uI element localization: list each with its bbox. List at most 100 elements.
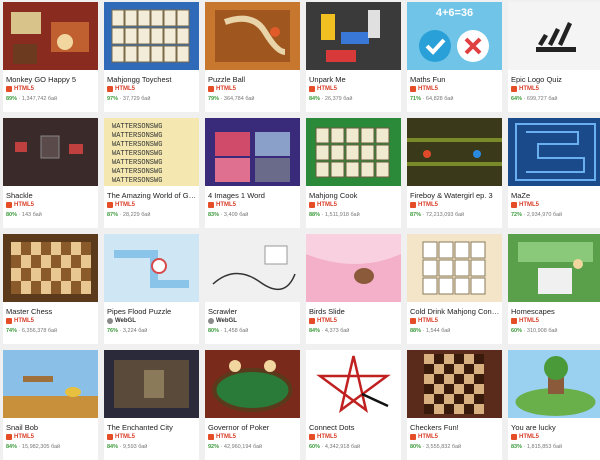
game-card-epic-logo-quiz[interactable]: Epic Logo Quiz HTML5 64% · 699,727 бай [508, 2, 600, 112]
game-card-master-chess[interactable]: Master Chess HTML5 74% · 6,356,378 бай [3, 234, 98, 344]
svg-text:WATTERSONSWG: WATTERSONSWG [112, 177, 162, 185]
play-count: 1,458 бай [223, 328, 249, 334]
game-card-governor-of-poker[interactable]: Governor of Poker HTML5 92% · 42,960,194… [205, 350, 300, 460]
game-title[interactable]: The Amazing World of Gu... [107, 191, 197, 200]
game-thumbnail[interactable] [306, 350, 401, 418]
game-card-enchanted-city[interactable]: The Enchanted City HTML5 84% · 9,593 бай [104, 350, 199, 460]
game-title[interactable]: Master Chess [6, 307, 96, 316]
game-thumbnail[interactable] [205, 2, 300, 70]
game-title[interactable]: Puzzle Ball [208, 75, 298, 84]
game-thumbnail[interactable] [104, 350, 199, 418]
game-thumbnail[interactable] [3, 234, 98, 302]
game-title[interactable]: Monkey GO Happy 5 [6, 75, 96, 84]
game-title[interactable]: Snail Bob [6, 423, 96, 432]
game-thumbnail[interactable] [508, 234, 600, 302]
tech-label: HTML5 [14, 202, 34, 208]
rating-percent: 74% [6, 328, 18, 334]
game-card-maths-fun[interactable]: 4+6=36 Maths Fun HTML5 71% · 64,828 бай [407, 2, 502, 112]
game-card-mahjongg-toychest[interactable]: Mahjongg Toychest HTML5 97% · 37,729 бай [104, 2, 199, 112]
game-stats: 80% · 1,458 бай [208, 328, 249, 334]
play-count: 364,784 бай [223, 96, 255, 102]
game-title[interactable]: 4 Images 1 Word [208, 191, 298, 200]
game-title[interactable]: Epic Logo Quiz [511, 75, 600, 84]
play-count: 3,555,832 бай [425, 444, 462, 450]
game-card-scrawler[interactable]: Scrawler WebGL 80% · 1,458 бай [205, 234, 300, 344]
game-title[interactable]: MaZe [511, 191, 600, 200]
game-card-homescapes[interactable]: Homescapes HTML5 60% · 310,908 бай [508, 234, 600, 344]
game-title[interactable]: Cold Drink Mahjong Conn... [410, 307, 500, 316]
html5-icon [107, 202, 113, 208]
game-card-fireboy-watergirl-3[interactable]: Fireboy & Watergirl ep. 3 HTML5 87% · 72… [407, 118, 502, 228]
game-card-you-are-lucky[interactable]: You are lucky HTML5 83% · 1,815,853 бай [508, 350, 600, 460]
rating-percent: 88% [410, 328, 422, 334]
game-title[interactable]: Fireboy & Watergirl ep. 3 [410, 191, 500, 200]
game-thumbnail[interactable]: 4+6=36 [407, 2, 502, 70]
game-title[interactable]: Homescapes [511, 307, 600, 316]
game-title[interactable]: Mahjongg Toychest [107, 75, 197, 84]
tech-label: HTML5 [519, 202, 539, 208]
game-title[interactable]: Unpark Me [309, 75, 399, 84]
game-thumbnail[interactable] [104, 234, 199, 302]
game-card-monkey-go-happy-5[interactable]: Monkey GO Happy 5 HTML5 89% · 1,347,742 … [3, 2, 98, 112]
game-title[interactable]: Connect Dots [309, 423, 399, 432]
game-title[interactable]: Mahjong Cook [309, 191, 399, 200]
game-card-pipes-flood-puzzle[interactable]: Pipes Flood Puzzle WebGL 76% · 3,224 бай [104, 234, 199, 344]
game-title[interactable]: Birds Slide [309, 307, 399, 316]
game-thumbnail[interactable]: WATTERSONSWG WATTERSONSWG WATTERSONSWG WATT… [104, 118, 199, 186]
game-card-birds-slide[interactable]: Birds Slide HTML5 84% · 4,373 бай [306, 234, 401, 344]
game-thumbnail[interactable] [306, 118, 401, 186]
game-card-unpark-me[interactable]: Unpark Me HTML5 84% · 26,379 бай [306, 2, 401, 112]
game-thumbnail[interactable] [306, 2, 401, 70]
game-thumbnail[interactable] [3, 118, 98, 186]
html5-icon [511, 202, 517, 208]
game-thumbnail[interactable] [104, 2, 199, 70]
game-thumbnail[interactable] [407, 118, 502, 186]
game-thumbnail[interactable] [205, 234, 300, 302]
game-card-cold-drink-mahjong[interactable]: Cold Drink Mahjong Conn... HTML5 88% · 1… [407, 234, 502, 344]
game-title[interactable]: Scrawler [208, 307, 298, 316]
game-title[interactable]: The Enchanted City [107, 423, 197, 432]
game-stats: 88% · 1,511,918 бай [309, 212, 360, 218]
game-card-snail-bob[interactable]: Snail Bob HTML5 84% · 15,982,305 бай [3, 350, 98, 460]
game-stats: 80% · 3,555,832 бай [410, 444, 462, 450]
webgl-icon [208, 318, 214, 324]
html5-icon [511, 434, 517, 440]
game-title[interactable]: Checkers Fun! [410, 423, 500, 432]
tech-badge: HTML5 [511, 318, 539, 324]
game-thumbnail[interactable] [407, 350, 502, 418]
rating-percent: 84% [107, 444, 119, 450]
game-title[interactable]: Pipes Flood Puzzle [107, 307, 197, 316]
game-card-connect-dots[interactable]: Connect Dots HTML5 60% · 4,342,918 бай [306, 350, 401, 460]
tech-label: HTML5 [115, 202, 135, 208]
html5-icon [208, 202, 214, 208]
game-thumbnail[interactable] [205, 350, 300, 418]
tech-badge: HTML5 [107, 86, 135, 92]
game-card-mahjong-cook[interactable]: Mahjong Cook HTML5 88% · 1,511,918 бай [306, 118, 401, 228]
rating-percent: 89% [6, 96, 18, 102]
game-thumbnail[interactable] [3, 2, 98, 70]
game-card-checkers-fun[interactable]: Checkers Fun! HTML5 80% · 3,555,832 бай [407, 350, 502, 460]
game-title[interactable]: Shackle [6, 191, 96, 200]
game-thumbnail[interactable] [508, 350, 600, 418]
game-thumbnail[interactable] [508, 118, 600, 186]
game-thumbnail[interactable] [407, 234, 502, 302]
game-card-puzzle-ball[interactable]: Puzzle Ball HTML5 79% · 364,784 бай [205, 2, 300, 112]
rating-percent: 87% [107, 212, 119, 218]
game-card-maze[interactable]: MaZe HTML5 72% · 2,934,970 бай [508, 118, 600, 228]
game-title[interactable]: You are lucky [511, 423, 600, 432]
game-title[interactable]: Maths Fun [410, 75, 500, 84]
game-thumbnail[interactable] [205, 118, 300, 186]
game-thumbnail[interactable] [508, 2, 600, 70]
game-card-4-images-1-word[interactable]: 4 Images 1 Word HTML5 83% · 3,409 бай [205, 118, 300, 228]
play-count: 26,379 бай [324, 96, 353, 102]
game-card-shackle[interactable]: Shackle HTML5 80% · 143 бай [3, 118, 98, 228]
html5-icon [208, 86, 214, 92]
game-card-amazing-world-of-gumball[interactable]: WATTERSONSWG WATTERSONSWG WATTERSONSWG WATT… [104, 118, 199, 228]
game-title[interactable]: Governor of Poker [208, 423, 298, 432]
tech-badge: HTML5 [309, 202, 337, 208]
tech-badge: HTML5 [6, 86, 34, 92]
game-thumbnail[interactable] [3, 350, 98, 418]
tech-badge: HTML5 [309, 434, 337, 440]
rating-percent: 71% [410, 96, 422, 102]
game-thumbnail[interactable] [306, 234, 401, 302]
